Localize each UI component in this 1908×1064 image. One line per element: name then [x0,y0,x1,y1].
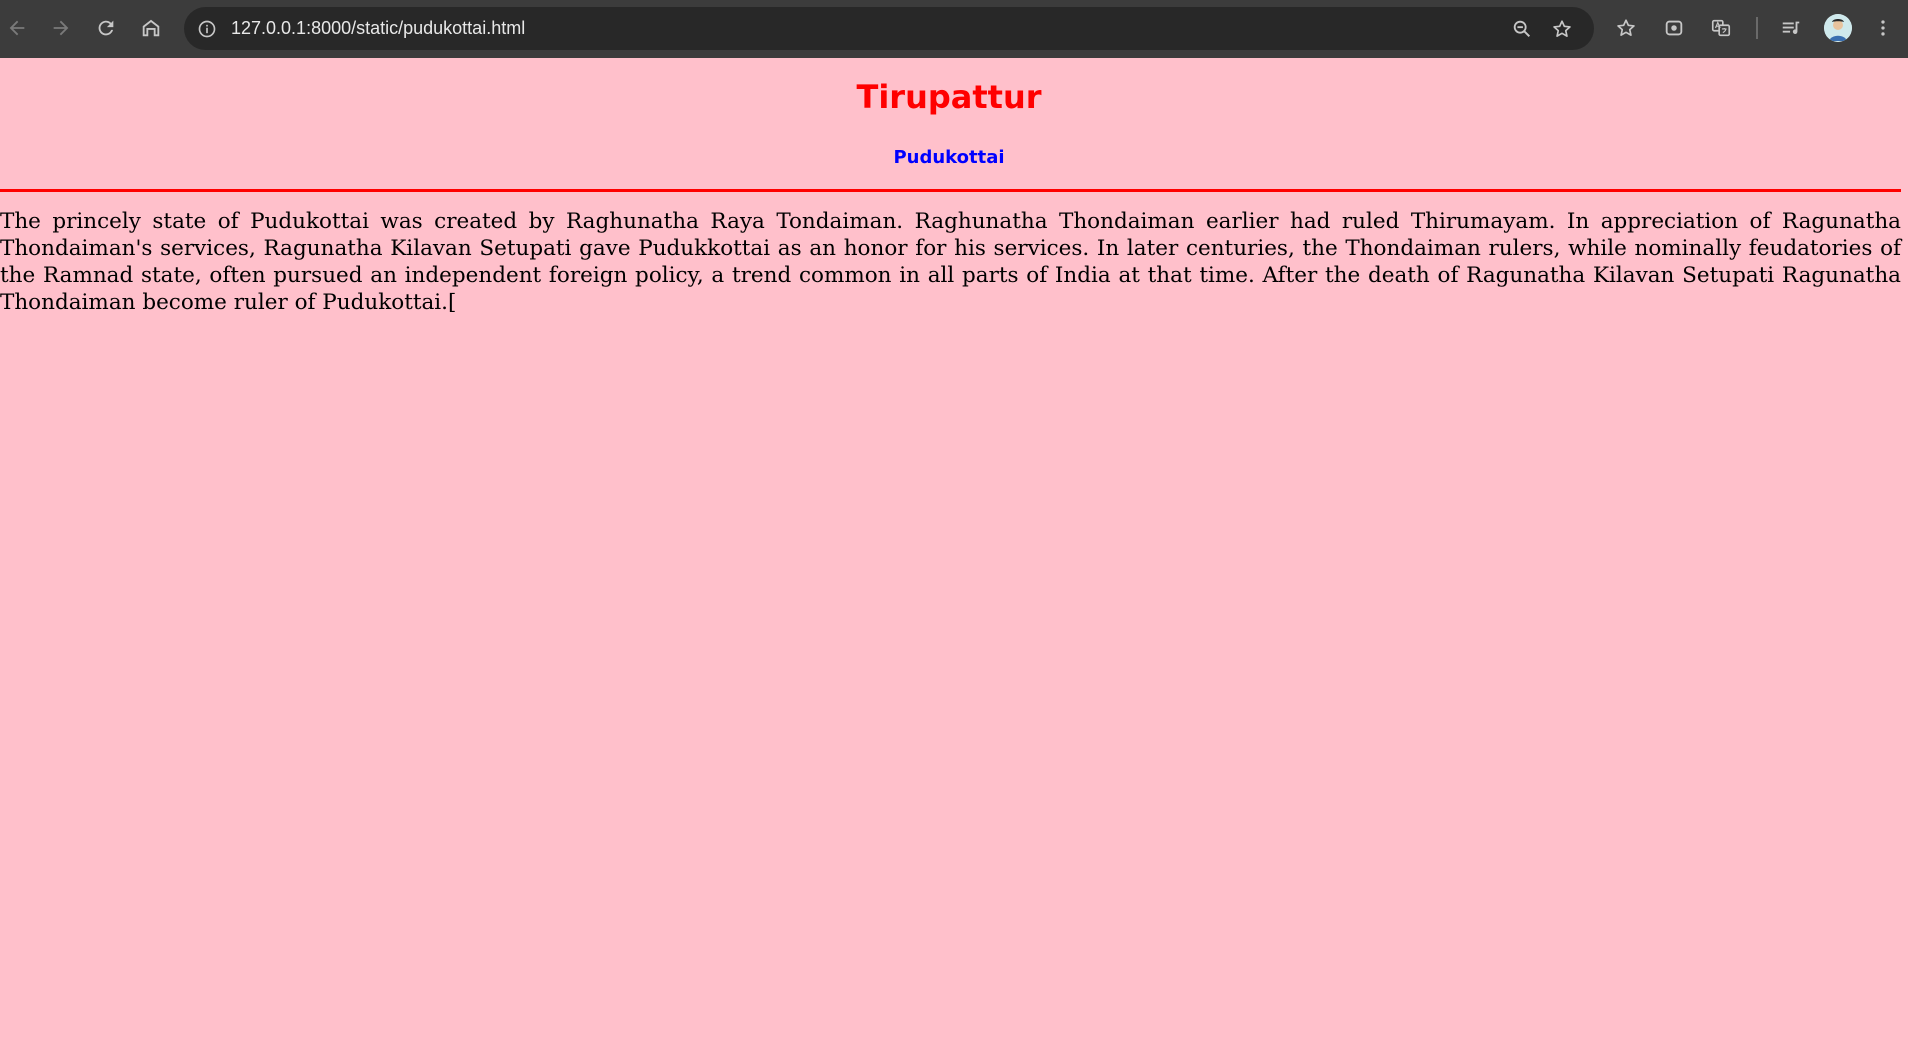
media-queue-icon [1782,21,1800,35]
back-arrow-icon [9,20,25,36]
info-icon [198,20,216,38]
translate-icon [1711,19,1731,37]
lens-button[interactable] [1657,11,1691,45]
home-button[interactable] [134,11,168,45]
kebab-menu-icon [1881,20,1885,36]
browser-toolbar: 127.0.0.1:8000/static/pudukottai.html [0,0,1908,58]
back-button[interactable] [0,11,34,45]
star-icon [1553,20,1571,37]
page-subtitle: Pudukottai [893,147,1005,168]
page-title: Tirupattur [856,78,1042,116]
horizontal-rule [0,189,1901,192]
reload-button[interactable] [89,11,123,45]
url-text[interactable]: 127.0.0.1:8000/static/pudukottai.html [231,7,525,50]
lens-icon [1665,20,1683,36]
translate-button[interactable] [1704,11,1738,45]
bookmark-star-icon [1617,19,1635,36]
bookmarks-menu-button[interactable] [1609,11,1643,45]
reload-icon [98,20,114,36]
avatar-image [1824,14,1852,42]
profile-avatar[interactable] [1824,14,1852,42]
forward-arrow-icon [53,20,69,36]
zoom-icon [1513,20,1531,38]
home-icon [142,19,160,37]
body-paragraph: The princely state of Pudukottai was cre… [0,209,1901,315]
page-content: Tirupattur Pudukottai The princely state… [0,58,1908,1064]
address-bar[interactable]: 127.0.0.1:8000/static/pudukottai.html [184,7,1594,50]
media-button[interactable] [1774,11,1808,45]
site-info-button[interactable] [194,16,220,42]
forward-button[interactable] [44,11,78,45]
zoom-button[interactable] [1506,13,1538,45]
toolbar-divider [1756,17,1758,39]
menu-button[interactable] [1866,11,1900,45]
bookmark-button[interactable] [1546,13,1578,45]
